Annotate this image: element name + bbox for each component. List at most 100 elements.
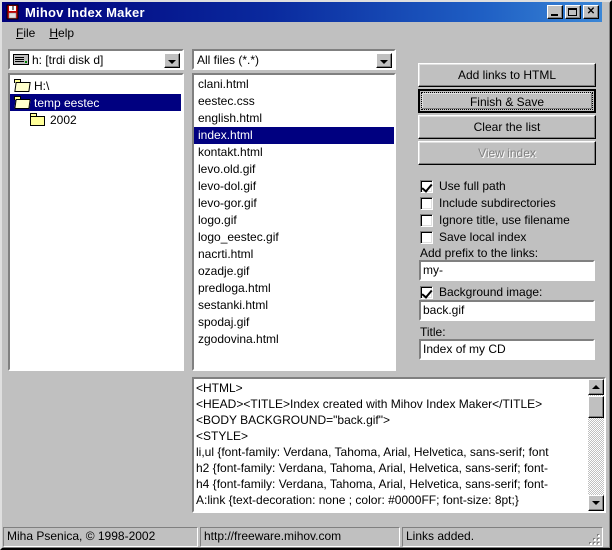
menu-item-help[interactable]: Help <box>42 24 81 42</box>
file-list-item[interactable]: eestec.css <box>194 93 394 110</box>
menu-item-file-label: ile <box>23 26 35 40</box>
status-bar: Miha Psenica, © 1998-2002 http://freewar… <box>3 527 603 547</box>
checkbox-label: Use full path <box>439 179 506 193</box>
minimize-button[interactable] <box>547 5 563 19</box>
file-list-item[interactable]: levo-gor.gif <box>194 195 394 212</box>
preview-line: <HTML> <box>196 380 588 396</box>
preview-scrollbar[interactable] <box>588 379 604 511</box>
preview-line: <HEAD><TITLE>Index created with Mihov In… <box>196 396 588 412</box>
preview-line: A:link {text-decoration: none ; color: #… <box>196 492 588 508</box>
file-list-item[interactable]: spodaj.gif <box>194 314 394 331</box>
html-preview-text: <HTML><HEAD><TITLE>Index created with Mi… <box>196 380 588 510</box>
scroll-down-button[interactable] <box>588 495 604 511</box>
file-filter-value: All files (*.*) <box>194 53 259 67</box>
scroll-up-arrow-icon <box>592 385 600 389</box>
status-message-text: Links added. <box>406 529 474 543</box>
drive-select-value: h: [trdi disk d] <box>32 53 103 67</box>
scroll-up-button[interactable] <box>588 379 604 395</box>
checkbox-box <box>420 197 433 210</box>
drive-select-dropdown-button[interactable] <box>164 53 180 68</box>
file-list[interactable]: clani.htmleestec.cssenglish.htmlindex.ht… <box>192 73 396 371</box>
add-links-to-html-label: Add links to HTML <box>458 68 556 82</box>
tree-item-label: temp eestec <box>34 96 99 110</box>
file-list-item[interactable]: kontakt.html <box>194 144 394 161</box>
minimize-icon <box>551 14 558 16</box>
checkbox-ignore-title-use-filename[interactable]: Ignore title, use filename <box>420 212 570 228</box>
checkbox-box <box>420 286 433 299</box>
close-icon: ✕ <box>584 6 598 18</box>
closed-folder-icon <box>30 113 46 126</box>
maximize-icon <box>568 8 577 16</box>
menu-item-help-label: elp <box>58 26 74 40</box>
file-list-item[interactable]: levo.old.gif <box>194 161 394 178</box>
open-folder-icon <box>14 79 30 92</box>
preview-line: <BODY BACKGROUND="back.gif"> <box>196 412 588 428</box>
preview-line: h4 {font-family: Verdana, Tahoma, Arial,… <box>196 476 588 492</box>
status-url: http://freeware.mihov.com <box>200 527 400 547</box>
checkbox-box <box>420 214 433 227</box>
open-folder-icon <box>14 96 30 109</box>
finish-and-save-label: Finish & Save <box>421 92 593 110</box>
prefix-label: Add prefix to the links: <box>420 246 538 260</box>
title-label: Title: <box>420 325 446 339</box>
tree-item[interactable]: H:\ <box>10 77 182 94</box>
html-preview-area[interactable]: <HTML><HEAD><TITLE>Index created with Mi… <box>192 377 606 513</box>
window-controls: ✕ <box>547 5 600 19</box>
menu-item-file[interactable]: File <box>9 24 42 42</box>
file-filter-dropdown-button[interactable] <box>376 53 392 68</box>
close-button[interactable]: ✕ <box>583 5 599 19</box>
tree-item[interactable]: 2002 <box>10 111 182 128</box>
file-list-item[interactable]: predloga.html <box>194 280 394 297</box>
file-list-item[interactable]: index.html <box>194 127 394 144</box>
checkbox-label: Include subdirectories <box>439 196 556 210</box>
file-filter-select[interactable]: All files (*.*) <box>192 49 396 70</box>
preview-line: A:visited {text-decoration: none ; color… <box>196 508 588 510</box>
file-list-item[interactable]: clani.html <box>194 76 394 93</box>
preview-line: <STYLE> <box>196 428 588 444</box>
tree-item[interactable]: temp eestec <box>10 94 181 111</box>
checkbox-background-image[interactable]: Background image: <box>420 284 542 300</box>
maximize-button[interactable] <box>565 5 581 19</box>
checkbox-label: Ignore title, use filename <box>439 213 570 227</box>
file-list-item[interactable]: english.html <box>194 110 394 127</box>
file-list-item[interactable]: logo_eestec.gif <box>194 229 394 246</box>
background-image-input[interactable]: back.gif <box>419 300 595 321</box>
window-title: Mihov Index Maker <box>25 5 145 20</box>
file-list-item[interactable]: nacrti.html <box>194 246 394 263</box>
view-index-label: View index <box>478 146 536 160</box>
drive-select[interactable]: h: [trdi disk d] <box>8 49 184 70</box>
file-list-item[interactable]: levo-dol.gif <box>194 178 394 195</box>
checkbox-label: Background image: <box>439 285 542 299</box>
preview-line: h2 {font-family: Verdana, Tahoma, Arial,… <box>196 460 588 476</box>
tree-item-label: 2002 <box>50 113 77 127</box>
checkbox-use-full-path[interactable]: Use full path <box>420 178 506 194</box>
file-list-item[interactable]: logo.gif <box>194 212 394 229</box>
menu-bar: File Help <box>3 24 601 42</box>
title-bar: Mihov Index Maker ✕ <box>2 2 602 22</box>
checkbox-include-subdirectories[interactable]: Include subdirectories <box>420 195 556 211</box>
folder-tree[interactable]: H:\ temp eestec 2002 <box>8 73 184 371</box>
view-index-button: View index <box>418 141 596 165</box>
tree-item-label: H:\ <box>34 79 49 93</box>
prefix-input[interactable]: my- <box>419 260 595 281</box>
title-input[interactable]: Index of my CD <box>419 339 595 360</box>
checkbox-save-local-index[interactable]: Save local index <box>420 229 526 245</box>
floppy-disk-icon <box>5 4 21 20</box>
status-message: Links added. <box>402 527 603 547</box>
application-window: Mihov Index Maker ✕ File Help h: [trdi d… <box>0 0 612 550</box>
checkbox-box <box>420 180 433 193</box>
drive-icon <box>13 54 29 65</box>
chevron-down-icon <box>380 60 388 64</box>
resize-grip-icon[interactable] <box>588 533 600 545</box>
clear-the-list-button[interactable]: Clear the list <box>418 115 596 139</box>
checkbox-label: Save local index <box>439 230 526 244</box>
add-links-to-html-button[interactable]: Add links to HTML <box>418 63 596 87</box>
file-list-item[interactable]: ozadje.gif <box>194 263 394 280</box>
preview-line: li,ul {font-family: Verdana, Tahoma, Ari… <box>196 444 588 460</box>
scroll-down-arrow-icon <box>592 501 600 505</box>
file-list-item[interactable]: sestanki.html <box>194 297 394 314</box>
scrollbar-thumb[interactable] <box>588 396 604 418</box>
finish-and-save-button[interactable]: Finish & Save <box>418 89 596 113</box>
file-list-item[interactable]: zgodovina.html <box>194 331 394 348</box>
checkbox-box <box>420 231 433 244</box>
